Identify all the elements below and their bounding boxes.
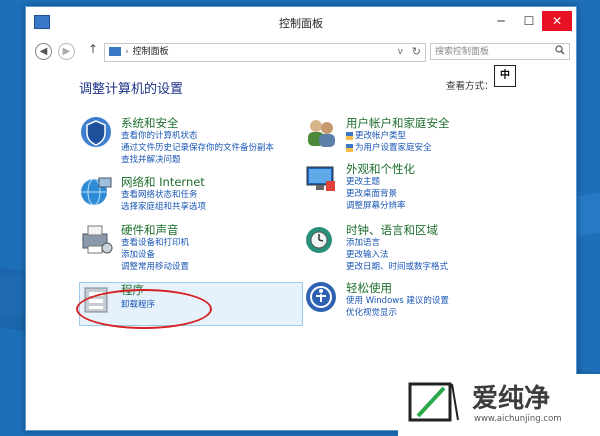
link-troubleshoot[interactable]: 查找并解决问题 bbox=[121, 153, 181, 165]
brand-url: www.aichunjing.com bbox=[474, 414, 562, 424]
link-file-history[interactable]: 通过文件历史记录保存你的文件备份副本 bbox=[121, 141, 274, 153]
clock-globe-icon[interactable] bbox=[304, 222, 338, 256]
navigation-bar: ◀ ▶ ↑ › 控制面板 v ↻ 搜索控制面板 bbox=[26, 38, 576, 64]
ime-indicator[interactable]: 中 bbox=[494, 65, 516, 87]
link-devices-printers[interactable]: 查看设备和打印机 bbox=[121, 236, 189, 248]
refresh-icon[interactable]: ↻ bbox=[412, 43, 421, 60]
ease-of-access-icon[interactable] bbox=[304, 280, 338, 314]
link-change-theme[interactable]: 更改主题 bbox=[346, 175, 380, 187]
display-icon[interactable] bbox=[304, 161, 338, 195]
view-by-selector[interactable]: 查看方式： bbox=[446, 78, 494, 92]
link-homegroup-sharing[interactable]: 选择家庭组和共享选项 bbox=[121, 200, 206, 212]
link-family-safety[interactable]: 为用户设置家庭安全 bbox=[346, 141, 432, 153]
link-screen-resolution[interactable]: 调整屏幕分辨率 bbox=[346, 199, 406, 211]
shield-icon[interactable] bbox=[79, 115, 113, 149]
users-icon[interactable] bbox=[304, 115, 338, 149]
category-network-internet: 网络和 Internet 查看网络状态和任务 选择家庭组和共享选项 bbox=[79, 174, 309, 214]
control-panel-icon bbox=[109, 47, 121, 56]
control-panel-window: 控制面板 ─ ☐ ✕ ◀ ▶ ↑ › 控制面板 v ↻ 搜索控制面板 调整计算机的… bbox=[25, 6, 577, 431]
address-bar[interactable]: › 控制面板 v ↻ bbox=[104, 43, 426, 62]
search-input[interactable]: 搜索控制面板 bbox=[430, 43, 570, 60]
link-network-status[interactable]: 查看网络状态和任务 bbox=[121, 188, 198, 200]
link-add-device[interactable]: 添加设备 bbox=[121, 248, 155, 260]
printer-icon[interactable] bbox=[79, 222, 113, 256]
brand-name: 爱纯净 bbox=[472, 384, 551, 414]
forward-button[interactable]: ▶ bbox=[58, 43, 75, 60]
annotation-circle bbox=[76, 289, 212, 329]
chevron-down-icon[interactable]: v bbox=[398, 44, 403, 61]
category-system-security: 系统和安全 查看你的计算机状态 通过文件历史记录保存你的文件备份副本 查找并解决… bbox=[79, 115, 309, 165]
link-windows-suggested-settings[interactable]: 使用 Windows 建议的设置 bbox=[346, 294, 449, 306]
title-bar: 控制面板 ─ ☐ ✕ bbox=[26, 7, 576, 37]
maximize-button[interactable]: ☐ bbox=[516, 11, 542, 31]
close-button[interactable]: ✕ bbox=[542, 11, 572, 31]
link-date-time-format[interactable]: 更改日期、时间或数字格式 bbox=[346, 260, 448, 272]
back-button[interactable]: ◀ bbox=[35, 43, 52, 60]
category-clock-language-region: 时钟、语言和区域 添加语言 更改输入法 更改日期、时间或数字格式 bbox=[304, 222, 544, 272]
minimize-button[interactable]: ─ bbox=[488, 11, 514, 31]
brand-logo-icon bbox=[408, 382, 459, 422]
category-hardware-sound: 硬件和声音 查看设备和打印机 添加设备 调整常用移动设置 bbox=[79, 222, 309, 272]
search-placeholder: 搜索控制面板 bbox=[435, 47, 490, 57]
breadcrumb-separator: › bbox=[125, 47, 129, 57]
link-add-language[interactable]: 添加语言 bbox=[346, 236, 380, 248]
breadcrumb-control-panel[interactable]: 控制面板 bbox=[133, 47, 169, 57]
category-ease-of-access: 轻松使用 使用 Windows 建议的设置 优化视觉显示 bbox=[304, 280, 544, 320]
page-title: 调整计算机的设置 bbox=[79, 82, 184, 97]
uac-shield-icon bbox=[346, 143, 353, 152]
search-icon[interactable] bbox=[555, 44, 565, 61]
watermark-logo: 爱纯净 www.aichunjing.com bbox=[398, 374, 600, 436]
link-mobility-settings[interactable]: 调整常用移动设置 bbox=[121, 260, 189, 272]
link-optimize-visual-display[interactable]: 优化视觉显示 bbox=[346, 306, 397, 318]
link-view-computer-status[interactable]: 查看你的计算机状态 bbox=[121, 129, 198, 141]
link-desktop-background[interactable]: 更改桌面背景 bbox=[346, 187, 397, 199]
category-user-accounts: 用户帐户和家庭安全 更改帐户类型 为用户设置家庭安全 bbox=[304, 115, 544, 155]
link-change-account-type[interactable]: 更改帐户类型 bbox=[346, 129, 406, 141]
uac-shield-icon bbox=[346, 131, 353, 140]
globe-network-icon[interactable] bbox=[79, 174, 113, 208]
up-button[interactable]: ↑ bbox=[88, 42, 98, 56]
link-change-input-method[interactable]: 更改输入法 bbox=[346, 248, 389, 260]
category-appearance: 外观和个性化 更改主题 更改桌面背景 调整屏幕分辨率 bbox=[304, 161, 544, 211]
